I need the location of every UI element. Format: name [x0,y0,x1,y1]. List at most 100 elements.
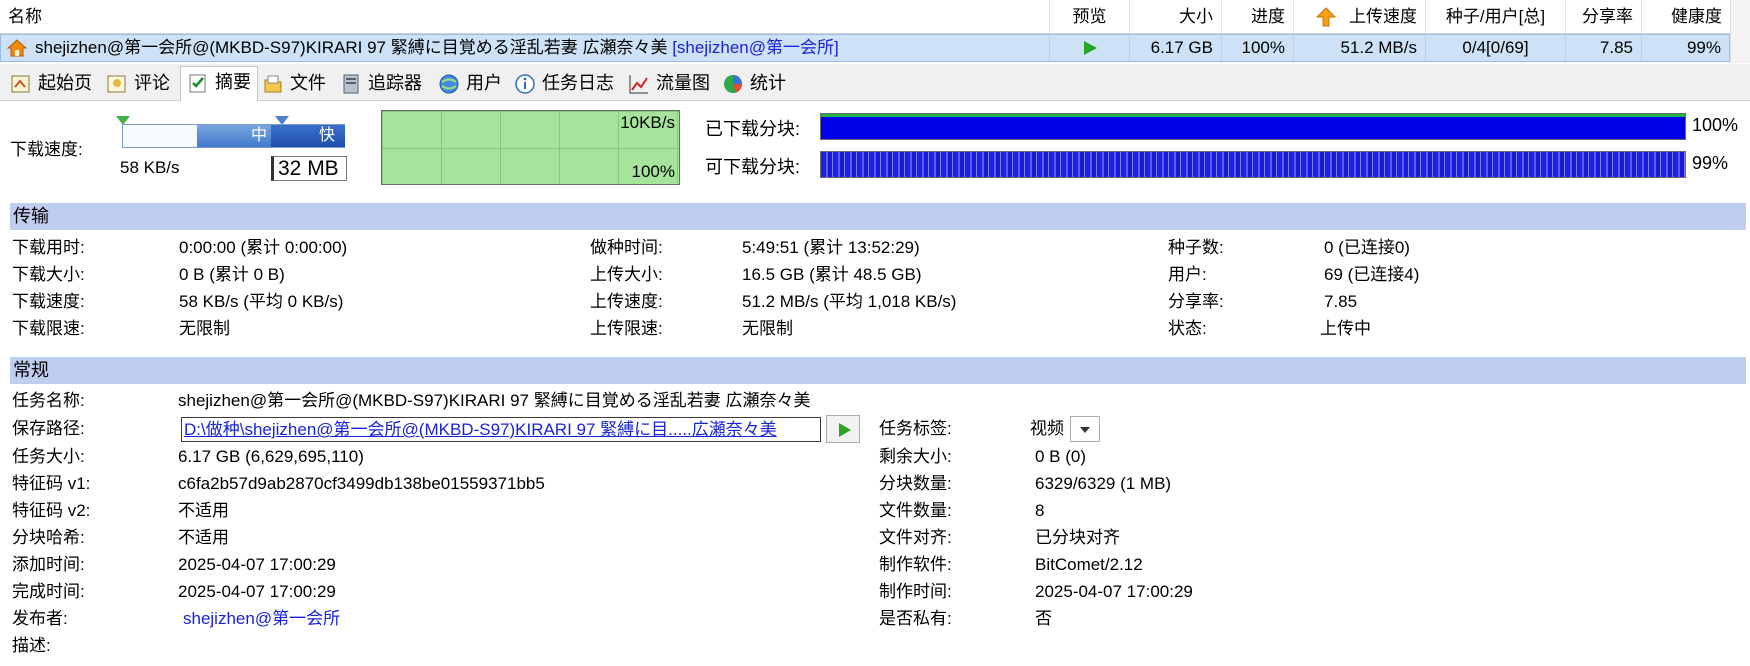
transfer-value: 51.2 MB/s (平均 1,018 KB/s) [742,292,957,311]
preview-cell[interactable] [1050,35,1130,61]
list-vertical-scrollbar[interactable] [1730,0,1750,63]
download-speed-label: 下载速度: [10,140,83,159]
available-pieces-bar [820,151,1686,178]
column-header-preview[interactable]: 预览 [1050,0,1130,34]
torrent-name-cell: shejizhen@第一会所@(MKBD-S97)KIRARI 97 緊縛に目覚… [1,35,1050,61]
torrent-name: shejizhen@第一会所@(MKBD-S97)KIRARI 97 緊縛に目覚… [35,38,668,57]
torrent-list: 名称 预览 大小 进度 上传速度 种子/用户[总] 分享率 健康度 shejiz… [0,0,1730,63]
general-label: 发布者: [12,609,68,628]
task-tag-value: 视频 [1030,419,1064,438]
transfer-value: 0 (已连接0) [1324,238,1410,257]
general-label: 任务大小: [12,447,85,466]
open-folder-play-button[interactable] [826,415,860,443]
transfer-value: 16.5 GB (累计 48.5 GB) [742,265,922,284]
general-label: 文件对齐: [879,528,952,547]
info-hash-v1-value: c6fa2b57d9ab2870cf3499db138be01559371bb5 [178,474,545,493]
play-preview-icon[interactable] [1082,40,1098,56]
health-cell: 99% [1686,38,1721,57]
general-label: 特征码 v2: [12,501,91,520]
general-value: 2025-04-07 17:00:29 [178,555,336,574]
general-label: 分块哈希: [12,528,85,547]
general-label: 是否私有: [879,609,952,628]
graph-top-label: 10KB/s [620,113,675,132]
save-path-link[interactable]: D:\做种\shejizhen@第一会所@(MKBD-S97)KIRARI 97… [181,417,821,442]
slider-fast-label: 快 [319,127,336,144]
tab-home[interactable]: 起始页 [4,68,98,99]
general-value: BitComet/2.12 [1035,555,1143,574]
tab-traffic-chart[interactable]: 流量图 [622,68,716,99]
detail-tab-bar: 起始页 评论 摘要 文件 追踪器 用户 任务日志 流量图 统计 [0,64,1750,101]
task-name-label: 任务名称: [12,391,85,410]
transfer-value: 无限制 [179,319,230,338]
general-label: 制作软件: [879,555,952,574]
column-header-health[interactable]: 健康度 [1642,0,1730,34]
download-speed-slider[interactable]: 中 快 [122,124,345,148]
available-pieces-percent: 99% [1692,153,1729,173]
cache-size-field[interactable]: 32 MB [271,156,347,181]
tab-summary[interactable]: 摘要 [180,66,258,101]
transfer-value: 5:49:51 (累计 13:52:29) [742,238,920,257]
general-section-header: 常规 [10,357,1746,384]
transfer-label: 下载限速: [12,319,85,338]
table-row[interactable]: shejizhen@第一会所@(MKBD-S97)KIRARI 97 緊縛に目覚… [0,34,1730,62]
download-speed-value: 58 KB/s [120,158,180,177]
home-page-icon [11,75,30,93]
general-value: 否 [1035,609,1052,628]
general-label: 分块数量: [879,474,952,493]
speed-graph: 10KB/s 100% [381,110,680,185]
size-cell: 6.17 GB [1130,35,1222,61]
tab-files[interactable]: 文件 [256,68,332,99]
info-log-icon [515,74,535,94]
general-value: 已分块对齐 [1035,528,1120,547]
summary-icon [189,74,206,93]
general-label: 添加时间: [12,555,85,574]
general-value: 不适用 [178,528,229,547]
traffic-chart-icon [629,75,648,94]
transfer-value: 上传中 [1320,319,1371,338]
tab-trackers[interactable]: 追踪器 [334,68,428,99]
column-header-seeds-peers[interactable]: 种子/用户[总] [1426,0,1566,34]
tab-statistics[interactable]: 统计 [716,68,792,99]
general-label: 文件数量: [879,501,952,520]
tab-task-log[interactable]: 任务日志 [508,68,620,99]
general-value: 2025-04-07 17:00:29 [178,582,336,601]
graph-bottom-label: 100% [631,162,675,181]
transfer-label: 上传限速: [590,319,663,338]
statistics-icon [724,75,742,93]
ratio-cell: 7.85 [1566,35,1642,61]
general-label: 制作时间: [879,582,952,601]
save-path-label: 保存路径: [12,419,85,438]
transfer-label: 上传大小: [590,265,663,284]
peers-icon [439,74,459,94]
transfer-label: 上传速度: [590,292,663,311]
general-label: 特征码 v1: [12,474,91,493]
seeds-peers-cell: 0/4[0/69] [1426,35,1566,61]
slider-medium-label: 中 [251,127,268,144]
transfer-label: 下载速度: [12,292,85,311]
transfer-value: 无限制 [742,319,793,338]
transfer-label: 种子数: [1168,238,1224,257]
downloaded-pieces-label: 已下载分块: [705,119,801,139]
transfer-label: 下载用时: [12,238,85,257]
progress-cell: 100% [1222,35,1294,61]
torrent-tag: [shejizhen@第一会所] [672,38,839,57]
publisher-link[interactable]: shejizhen@第一会所 [183,607,340,631]
task-tag-label: 任务标签: [879,419,952,438]
tab-peers[interactable]: 用户 [432,68,508,99]
transfer-value: 69 (已连接4) [1324,265,1420,284]
general-value: 不适用 [178,501,229,520]
transfer-label: 下载大小: [12,265,85,284]
column-header-size[interactable]: 大小 [1130,0,1222,34]
task-name-value: shejizhen@第一会所@(MKBD-S97)KIRARI 97 緊縛に目覚… [178,391,811,410]
general-label: 完成时间: [12,582,85,601]
tab-comments[interactable]: 评论 [100,68,176,99]
upload-arrow-icon [1316,7,1336,27]
column-header-name[interactable]: 名称 [0,0,1050,34]
column-header-progress[interactable]: 进度 [1222,0,1294,34]
column-header-ratio[interactable]: 分享率 [1566,0,1642,34]
transfer-label: 状态: [1168,319,1207,338]
downloaded-pieces-bar [820,113,1686,140]
uploading-house-icon [7,39,27,57]
task-tag-dropdown-button[interactable] [1070,416,1100,442]
column-header-upload-speed[interactable]: 上传速度 [1294,0,1426,34]
